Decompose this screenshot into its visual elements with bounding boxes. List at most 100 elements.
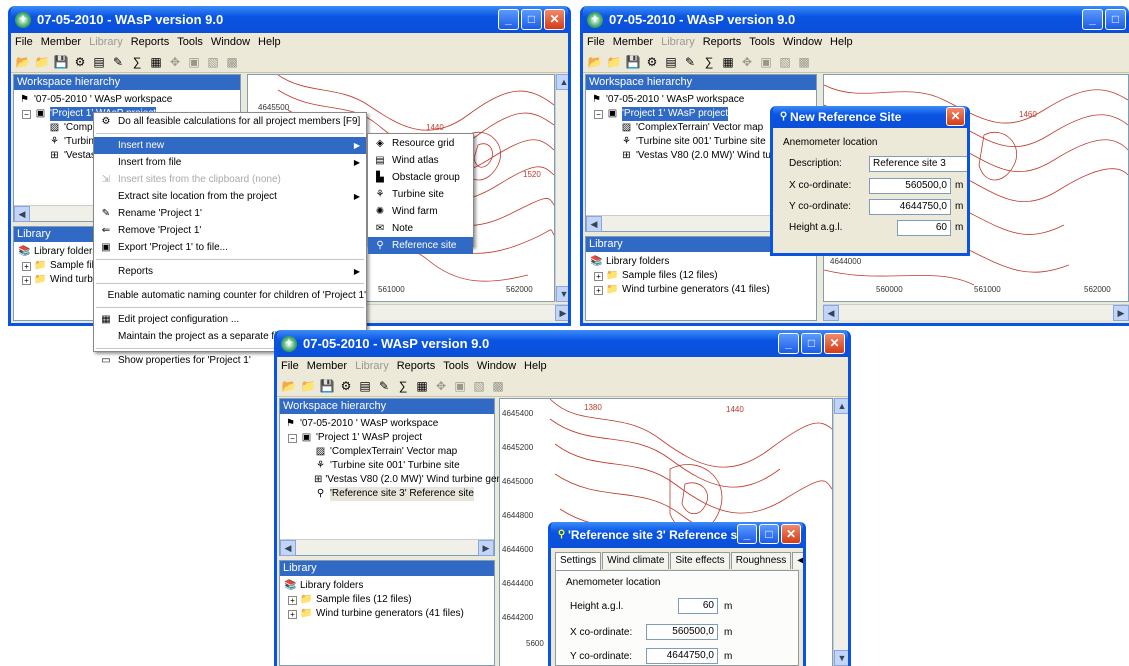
title-bar[interactable]: ✦ 07-05-2010 - WAsP version 9.0 _ □ ✕ — [277, 330, 848, 357]
scroll-left-icon[interactable]: ◀ — [823, 305, 839, 321]
dialog-title-bar[interactable]: ⚲ 'Reference site 3' Reference site _ □ … — [551, 522, 803, 548]
tree-item[interactable]: + 📁 Sample files (12 files) — [590, 269, 812, 283]
scroll-up-icon[interactable]: ▲ — [834, 398, 848, 414]
submenu-item-wind-farm[interactable]: ✺ Wind farm — [368, 203, 473, 220]
dialog-title-bar[interactable]: ⚲ New Reference Site ✕ — [773, 106, 967, 128]
tree-item[interactable]: + 📁 Sample files (12 files) — [284, 593, 490, 607]
library-icon[interactable]: ▤ — [91, 54, 107, 70]
tab-wind-climate[interactable]: Wind climate — [602, 552, 670, 569]
height-field[interactable]: 60 — [897, 220, 951, 236]
horizontal-scrollbar[interactable]: ◀ ▶ — [280, 539, 494, 556]
open-project-icon[interactable]: 📁 — [34, 54, 50, 70]
save-icon[interactable]: 💾 — [625, 54, 641, 70]
menu-tools[interactable]: Tools — [749, 36, 775, 48]
close-button[interactable]: ✕ — [544, 9, 565, 30]
menu-help[interactable]: Help — [258, 36, 281, 48]
minimize-button[interactable]: _ — [737, 524, 757, 544]
open-project-icon[interactable]: 📁 — [300, 378, 316, 394]
member-icon[interactable]: ⚙ — [338, 378, 354, 394]
tree-workspace-root[interactable]: ⚑ '07-05-2010 ' WAsP workspace — [284, 417, 490, 431]
scroll-down-icon[interactable]: ▼ — [834, 650, 848, 666]
submenu-item-turbine-site[interactable]: ⚘ Turbine site — [368, 186, 473, 203]
report-icon[interactable]: ▦ — [148, 54, 164, 70]
tree-library-root[interactable]: 📚 Library folders — [590, 255, 812, 269]
menu-item-do-all-calculations[interactable]: ⚙ Do all feasible calculations for all pr… — [94, 113, 366, 130]
menu-help[interactable]: Help — [524, 360, 547, 372]
tab-roughness[interactable]: Roughness — [730, 552, 792, 569]
scroll-left-icon[interactable]: ◀ — [280, 540, 296, 556]
submenu-item-obstacle-group[interactable]: ▙ Obstacle group — [368, 169, 473, 186]
report-icon[interactable]: ▦ — [414, 378, 430, 394]
close-button[interactable]: ✕ — [781, 524, 801, 544]
open-workspace-icon[interactable]: 📂 — [281, 378, 297, 394]
submenu-item-resource-grid[interactable]: ◈ Resource grid — [368, 135, 473, 152]
menu-member[interactable]: Member — [307, 360, 347, 372]
member-icon[interactable]: ⚙ — [72, 54, 88, 70]
edit-icon[interactable]: ✎ — [682, 54, 698, 70]
menu-item-rename[interactable]: ✎ Rename 'Project 1' — [94, 205, 366, 222]
calc-icon[interactable]: ∑ — [701, 54, 717, 70]
tree-item[interactable]: ▨ 'ComplexTerrain' Vector map — [284, 445, 490, 459]
expand-icon[interactable]: + — [288, 595, 297, 605]
scroll-left-icon[interactable]: ◀ — [586, 216, 602, 232]
open-project-icon[interactable]: 📁 — [606, 54, 622, 70]
maximize-button[interactable]: □ — [759, 524, 779, 544]
save-icon[interactable]: 💾 — [53, 54, 69, 70]
menu-tools[interactable]: Tools — [443, 360, 469, 372]
open-workspace-icon[interactable]: 📂 — [15, 54, 31, 70]
save-icon[interactable]: 💾 — [319, 378, 335, 394]
menu-library[interactable]: Library — [661, 36, 695, 48]
menu-tools[interactable]: Tools — [177, 36, 203, 48]
member-icon[interactable]: ⚙ — [644, 54, 660, 70]
menu-file[interactable]: File — [281, 360, 299, 372]
tree-project[interactable]: −▣'Project 1' WAsP project — [284, 431, 490, 445]
library-icon[interactable]: ▤ — [357, 378, 373, 394]
menu-reports[interactable]: Reports — [131, 36, 170, 48]
tree-item-reference-site[interactable]: ⚲ 'Reference site 3' Reference site — [284, 487, 490, 501]
tab-site-effects[interactable]: Site effects — [670, 552, 730, 569]
submenu-item-wind-atlas[interactable]: ▤ Wind atlas — [368, 152, 473, 169]
menu-file[interactable]: File — [587, 36, 605, 48]
scroll-up-icon[interactable]: ▲ — [556, 74, 568, 90]
close-button[interactable]: ✕ — [946, 107, 965, 126]
submenu-item-reference-site[interactable]: ⚲ Reference site — [368, 237, 473, 254]
menu-window[interactable]: Window — [783, 36, 822, 48]
description-field[interactable]: Reference site 3 — [869, 156, 967, 172]
tree-workspace-root[interactable]: ⚑ '07-05-2010 ' WAsP workspace — [590, 93, 812, 107]
collapse-icon[interactable]: − — [288, 433, 297, 443]
tree-workspace-root[interactable]: ⚑ '07-05-2010 ' WAsP workspace — [18, 93, 236, 107]
x-coordinate-field[interactable]: 560500,0 — [869, 178, 951, 194]
minimize-button[interactable]: _ — [498, 9, 519, 30]
collapse-icon[interactable]: − — [594, 109, 603, 119]
menu-library[interactable]: Library — [89, 36, 123, 48]
expand-icon[interactable]: + — [288, 609, 297, 619]
menu-item-edit-configuration[interactable]: ▦ Edit project configuration ... — [94, 311, 366, 328]
scroll-right-icon[interactable]: ▶ — [478, 540, 494, 556]
close-button[interactable]: ✕ — [824, 333, 845, 354]
tab-scroll-arrows[interactable]: ◀▶ — [792, 552, 803, 569]
expand-icon[interactable]: + — [594, 271, 603, 281]
menu-item-extract-site-location[interactable]: Extract site location from the project ▶ — [94, 188, 366, 205]
tab-settings[interactable]: Settings — [555, 552, 602, 571]
menu-reports[interactable]: Reports — [397, 360, 436, 372]
maximize-button[interactable]: □ — [521, 9, 542, 30]
scroll-right-icon[interactable]: ▶ — [555, 305, 568, 321]
tree-item[interactable]: + 📁 Wind turbine generators (41 files) — [590, 283, 812, 297]
tree-item[interactable]: ⚘ 'Turbine site 001' Turbine site — [284, 459, 490, 473]
open-workspace-icon[interactable]: 📂 — [587, 54, 603, 70]
menu-help[interactable]: Help — [830, 36, 853, 48]
maximize-button[interactable]: □ — [801, 333, 822, 354]
menu-member[interactable]: Member — [613, 36, 653, 48]
expand-icon[interactable]: + — [594, 285, 603, 295]
height-field[interactable]: 60 — [678, 598, 718, 614]
y-coordinate-field[interactable]: 4644750,0 — [869, 199, 951, 215]
menu-window[interactable]: Window — [211, 36, 250, 48]
tree-library-root[interactable]: 📚 Library folders — [284, 579, 490, 593]
y-coordinate-field[interactable]: 4644750,0 — [646, 648, 718, 664]
menu-window[interactable]: Window — [477, 360, 516, 372]
menu-member[interactable]: Member — [41, 36, 81, 48]
scroll-right-icon[interactable]: ▶ — [1113, 305, 1129, 321]
menu-file[interactable]: File — [15, 36, 33, 48]
vertical-scrollbar[interactable]: ▲ ▼ — [833, 398, 848, 666]
menu-item-insert-new[interactable]: Insert new ▶ — [94, 137, 366, 154]
